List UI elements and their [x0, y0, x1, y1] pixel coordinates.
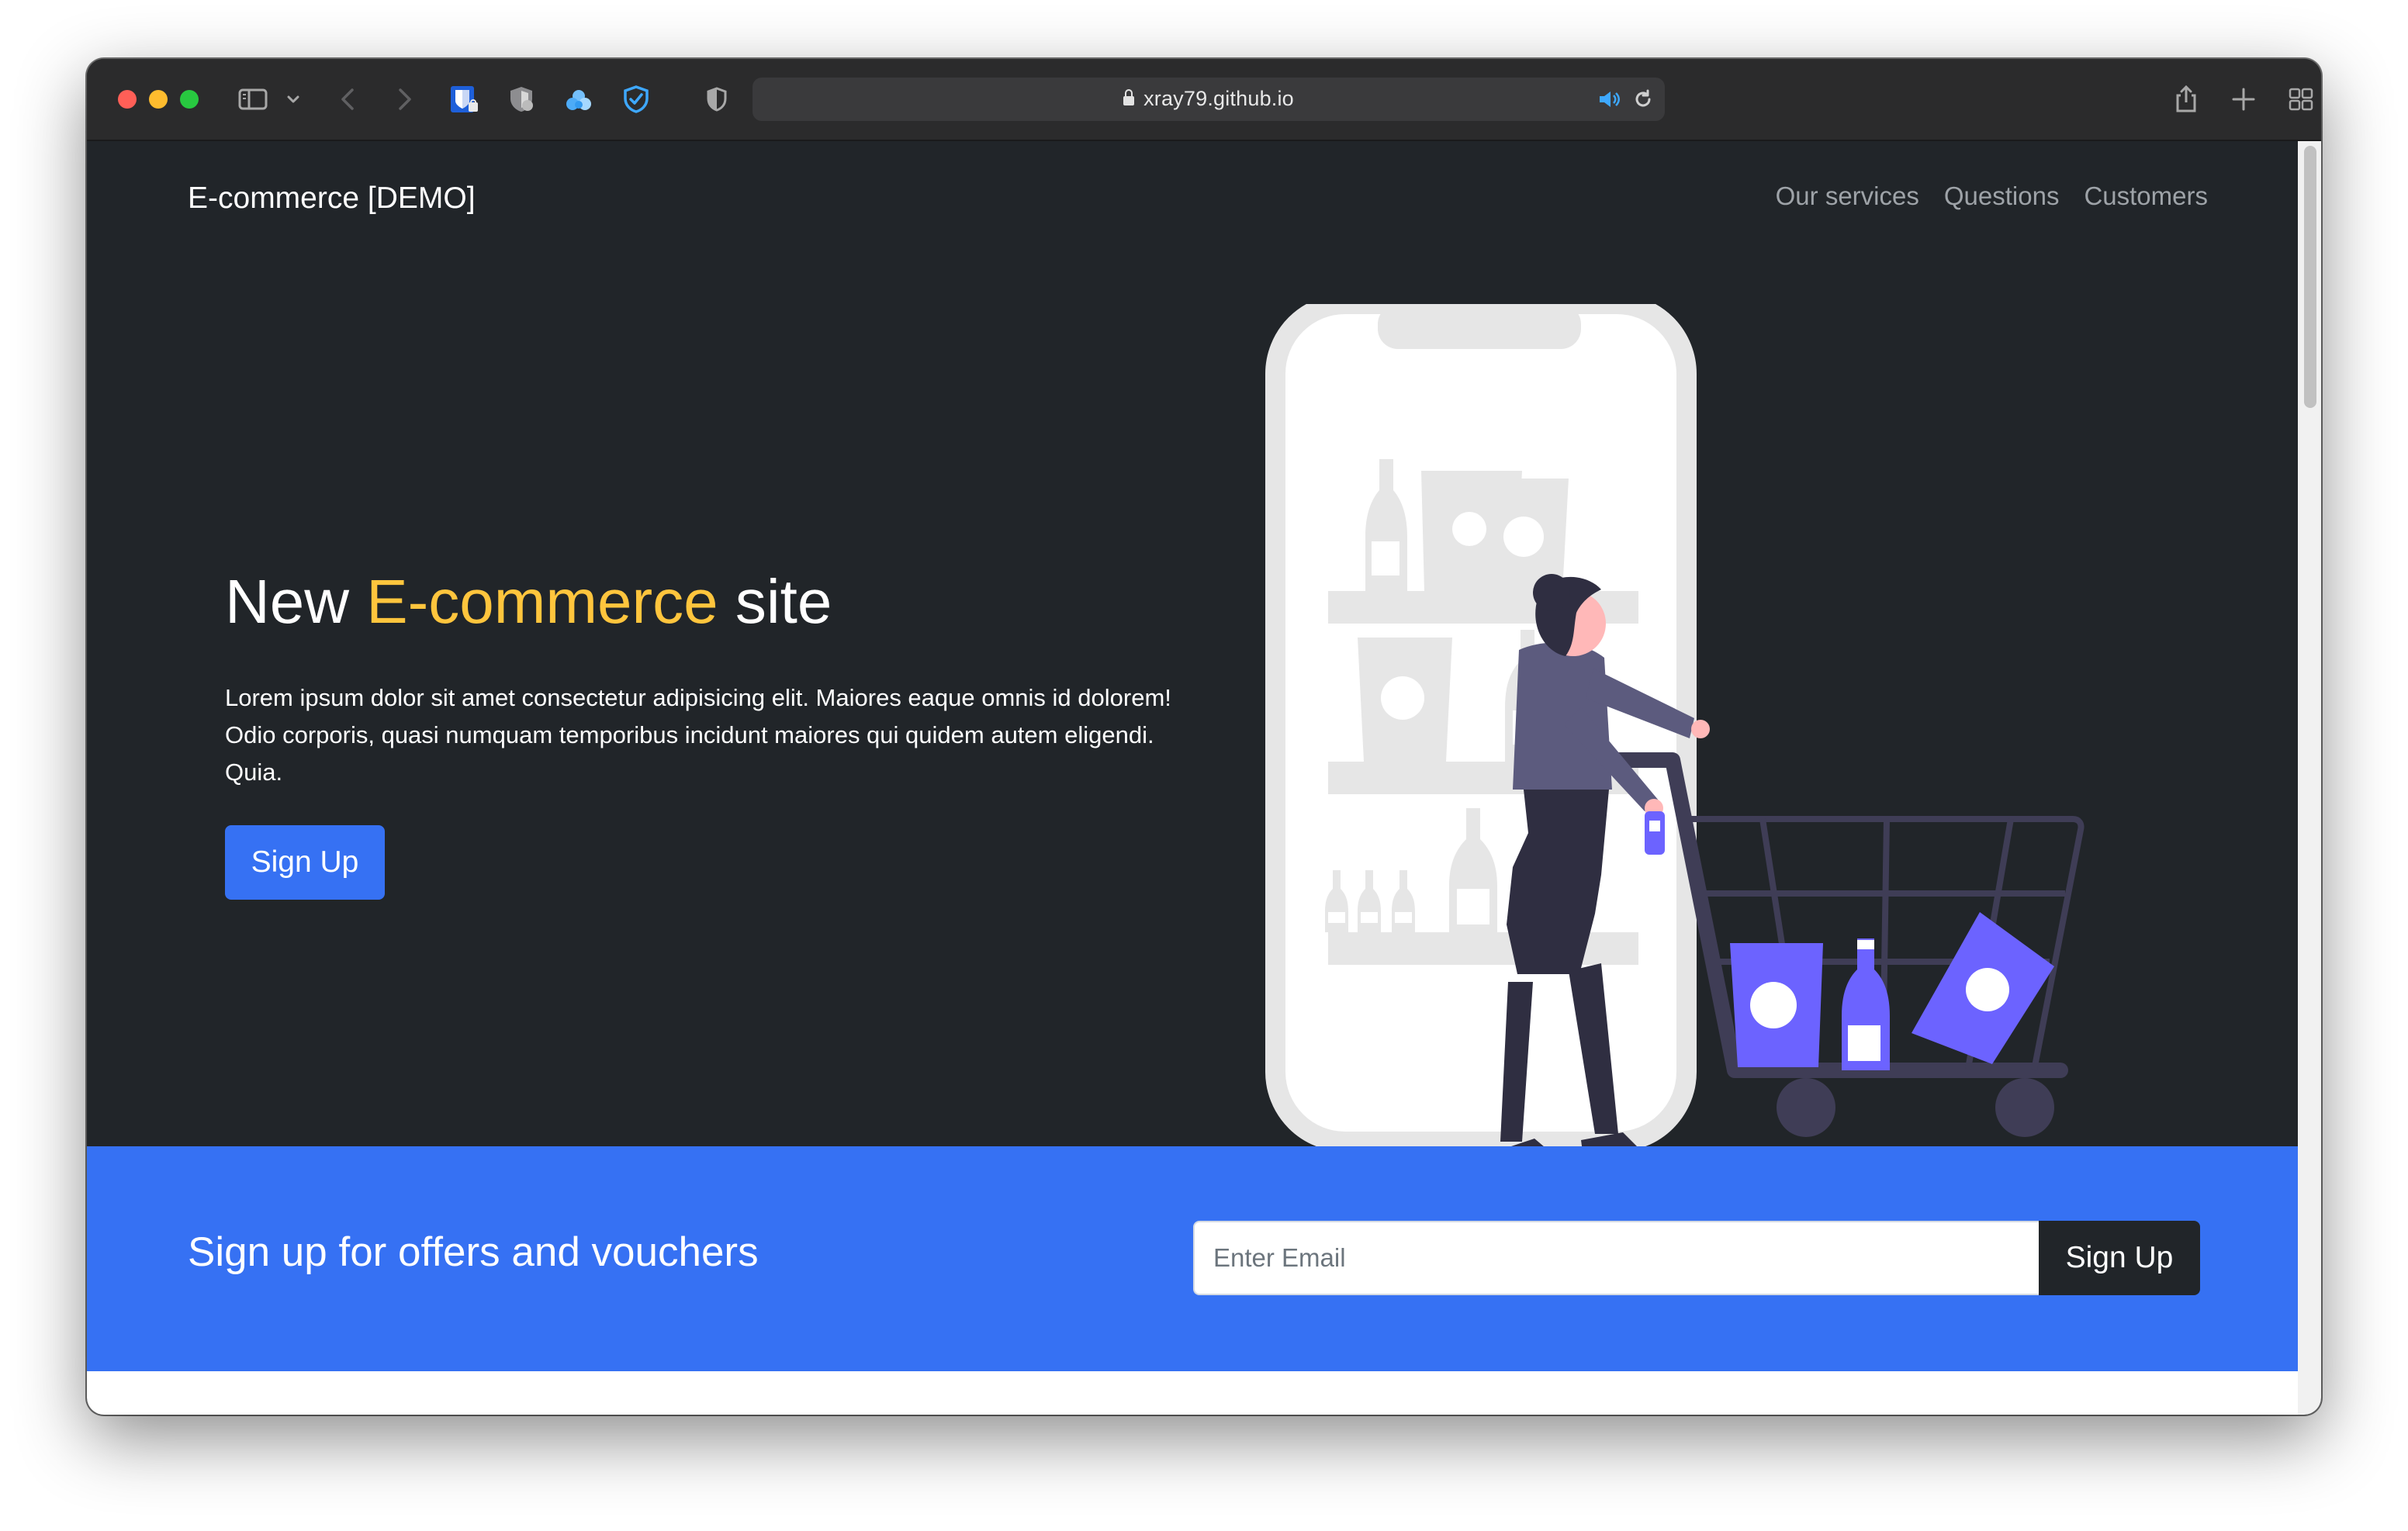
navbar-brand[interactable]: E-commerce [DEMO]	[188, 181, 476, 216]
nav-link-customers[interactable]: Customers	[2084, 181, 2208, 211]
cloud-extension-icon[interactable]	[563, 84, 594, 115]
hero-title-accent: E-commerce	[366, 567, 718, 636]
nav-link-our-services[interactable]: Our services	[1776, 181, 1919, 211]
hero-title-start: New	[225, 567, 367, 636]
nav-link-questions[interactable]: Questions	[1944, 181, 2060, 211]
browser-toolbar: xray79.github.io	[87, 59, 2321, 141]
reload-icon[interactable]	[1628, 84, 1659, 115]
minimize-window-button[interactable]	[149, 90, 168, 109]
share-icon[interactable]	[2171, 84, 2202, 115]
sidebar-icon[interactable]	[237, 84, 268, 115]
privacy-report-icon[interactable]	[701, 84, 732, 115]
hero-title-end: site	[718, 567, 832, 636]
close-window-button[interactable]	[118, 90, 137, 109]
privacy-shield-icon[interactable]	[506, 84, 537, 115]
nav-links: Our services Questions Customers	[1776, 181, 2208, 211]
hero-signup-button[interactable]: Sign Up	[225, 825, 385, 900]
url-text: xray79.github.io	[752, 87, 1665, 111]
newsletter-title: Sign up for offers and vouchers	[188, 1229, 759, 1275]
scrollbar-thumb[interactable]	[2304, 146, 2316, 408]
speaker-icon[interactable]	[1593, 84, 1624, 115]
forward-icon[interactable]	[388, 84, 419, 115]
address-bar[interactable]: xray79.github.io	[752, 78, 1665, 121]
page-bottom-area	[87, 1371, 2298, 1415]
newsletter-signup-button[interactable]: Sign Up	[2039, 1221, 2200, 1295]
hero-title: New E-commerce site	[225, 566, 832, 638]
tab-overview-icon[interactable]	[2285, 84, 2316, 115]
page-viewport: E-commerce [DEMO] Our services Questions…	[87, 141, 2321, 1415]
lock-icon	[1123, 89, 1135, 105]
newsletter-section: Sign up for offers and vouchers Sign Up	[87, 1146, 2298, 1371]
shield-check-icon[interactable]	[621, 84, 652, 115]
scrollbar-track[interactable]	[2298, 141, 2321, 1415]
new-tab-icon[interactable]	[2228, 84, 2259, 115]
browser-window: xray79.github.io E-commerce [DEMO] Our s…	[87, 59, 2321, 1415]
chevron-down-icon[interactable]	[282, 84, 304, 115]
back-icon[interactable]	[334, 84, 365, 115]
zoom-window-button[interactable]	[180, 90, 199, 109]
email-input[interactable]	[1193, 1221, 2048, 1295]
hero-text: Lorem ipsum dolor sit amet consectetur a…	[225, 684, 1171, 786]
url-label: xray79.github.io	[1143, 87, 1294, 110]
bitwarden-icon[interactable]	[448, 84, 479, 115]
